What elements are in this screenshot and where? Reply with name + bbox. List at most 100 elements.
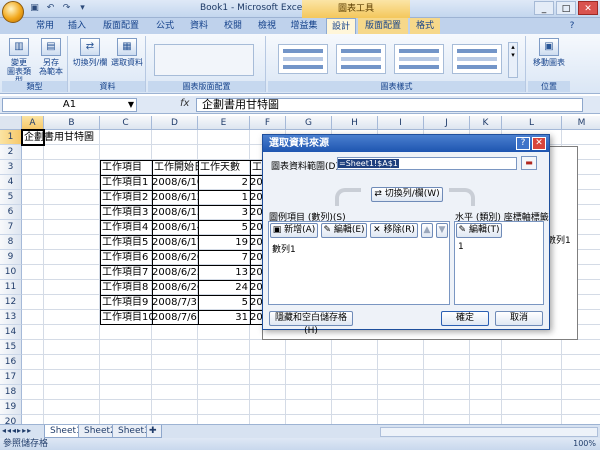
sheet-cell[interactable]: 24 xyxy=(198,280,250,295)
tab-data[interactable]: 資料 xyxy=(184,18,214,34)
chart-layout-gallery[interactable] xyxy=(154,44,254,76)
sheet-cell[interactable]: 2008/7/6 xyxy=(152,310,198,325)
chart-style-4[interactable] xyxy=(452,44,502,74)
sheet-cell[interactable]: 7 xyxy=(198,250,250,265)
tab-page-layout[interactable]: 版面配置 xyxy=(96,18,146,34)
tab-home[interactable]: 常用 xyxy=(30,18,60,34)
sheet-cell[interactable]: 5 xyxy=(198,295,250,310)
tab-view[interactable]: 檢視 xyxy=(252,18,282,34)
fx-icon[interactable]: fx xyxy=(180,98,189,109)
row-header[interactable]: 2 xyxy=(0,145,22,160)
sheet-cell[interactable]: 工作項目 xyxy=(100,160,152,175)
sheet-cell[interactable]: 2008/7/3 xyxy=(152,295,198,310)
column-header[interactable]: I xyxy=(378,116,424,130)
sheet-nav-icons[interactable]: ◂◂◂▸▸▸ xyxy=(2,426,32,435)
ok-button[interactable]: 確定 xyxy=(441,311,489,326)
column-header[interactable]: L xyxy=(502,116,562,130)
sheet-cell[interactable]: 2008/6/20 xyxy=(152,250,198,265)
row-header[interactable]: 3 xyxy=(0,160,22,175)
sheet-cell[interactable]: 工作項目6 xyxy=(100,250,152,265)
row-header[interactable]: 18 xyxy=(0,385,22,400)
row-header[interactable]: 8 xyxy=(0,235,22,250)
column-header[interactable]: G xyxy=(286,116,332,130)
row-header[interactable]: 13 xyxy=(0,310,22,325)
tab-addins[interactable]: 增益集 xyxy=(284,18,324,34)
row-header[interactable]: 10 xyxy=(0,265,22,280)
column-header[interactable]: D xyxy=(152,116,198,130)
sheet-cell[interactable]: 工作項目8 xyxy=(100,280,152,295)
row-header[interactable]: 1 xyxy=(0,130,22,145)
row-header[interactable]: 20 xyxy=(0,415,22,424)
sheet-cell[interactable]: 5 xyxy=(198,220,250,235)
row-header[interactable]: 4 xyxy=(0,175,22,190)
sheet-cell[interactable]: 工作項目10 xyxy=(100,310,152,325)
move-chart-button[interactable]: ▣ 移動圖表 xyxy=(530,38,568,67)
change-chart-type-button[interactable]: ▥ 變更圖表類型 xyxy=(4,38,34,85)
office-button[interactable] xyxy=(2,1,24,23)
row-header[interactable]: 19 xyxy=(0,400,22,415)
formula-input[interactable]: 企劃書用甘特圖 xyxy=(196,98,583,112)
horizontal-scrollbar[interactable] xyxy=(380,427,598,437)
sheet-cell[interactable]: 2008/6/13 xyxy=(152,205,198,220)
series-item[interactable]: 數列1 xyxy=(270,240,448,257)
row-header[interactable]: 11 xyxy=(0,280,22,295)
sheet-cell[interactable]: 工作項目9 xyxy=(100,295,152,310)
hidden-empty-cells-button[interactable]: 隱藏和空白儲存格(H) xyxy=(269,311,353,336)
remove-series-button[interactable]: ✕ 移除(R) xyxy=(370,223,418,238)
close-window-button[interactable]: ✕ xyxy=(578,1,598,15)
sheet-cell[interactable]: 工作項目2 xyxy=(100,190,152,205)
tab-insert[interactable]: 插入 xyxy=(62,18,92,34)
sheet-cell[interactable]: 2 xyxy=(198,175,250,190)
row-header[interactable]: 7 xyxy=(0,220,22,235)
sheet-cell[interactable]: 工作項目5 xyxy=(100,235,152,250)
name-box-dropdown-icon[interactable]: ▼ xyxy=(128,99,134,111)
dialog-close-button[interactable]: ✕ xyxy=(532,137,546,150)
undo-icon[interactable]: ↶ xyxy=(44,2,57,15)
sheet-cell[interactable]: 2008/6/14 xyxy=(152,220,198,235)
redo-icon[interactable]: ↷ xyxy=(60,2,73,15)
tab-chart-format[interactable]: 格式 xyxy=(410,18,440,34)
dialog-help-button[interactable]: ? xyxy=(516,137,530,150)
add-series-button[interactable]: ▣ 新增(A) xyxy=(270,223,318,238)
sheet-cell[interactable]: 19 xyxy=(198,235,250,250)
sheet-cell[interactable]: 3 xyxy=(198,205,250,220)
row-header[interactable]: 12 xyxy=(0,295,22,310)
column-header[interactable]: M xyxy=(562,116,600,130)
qat-dropdown-icon[interactable]: ▾ xyxy=(76,2,89,15)
tab-chart-layout[interactable]: 版面配置 xyxy=(358,18,408,34)
column-header[interactable]: F xyxy=(250,116,286,130)
column-header[interactable]: J xyxy=(424,116,470,130)
row-header[interactable]: 15 xyxy=(0,340,22,355)
help-icon[interactable]: ? xyxy=(565,18,579,34)
chart-style-3[interactable] xyxy=(394,44,444,74)
chart-data-range-input[interactable]: =Sheet1!$A$1 xyxy=(337,157,517,170)
sheet-cell[interactable]: 2008/6/12 xyxy=(152,190,198,205)
move-down-icon[interactable]: ▼ xyxy=(436,223,448,238)
range-collapse-icon[interactable]: ▬ xyxy=(521,156,537,170)
sheet-cell[interactable]: 31 xyxy=(198,310,250,325)
sheet-cell[interactable]: 工作項目7 xyxy=(100,265,152,280)
tab-chart-design[interactable]: 設計 xyxy=(326,18,356,34)
column-header[interactable]: C xyxy=(100,116,152,130)
series-list[interactable]: 數列1 xyxy=(270,240,448,304)
save-icon[interactable]: ▣ xyxy=(28,2,41,15)
sheet-cell[interactable]: 2008/6/10 xyxy=(152,175,198,190)
sheet-cell[interactable]: 工作項目4 xyxy=(100,220,152,235)
minimize-button[interactable]: _ xyxy=(534,1,554,15)
name-box[interactable]: A1 ▼ xyxy=(2,98,137,112)
column-header[interactable]: E xyxy=(198,116,250,130)
row-header[interactable]: 16 xyxy=(0,355,22,370)
sheet-cell[interactable]: 工作項目3 xyxy=(100,205,152,220)
chart-style-2[interactable] xyxy=(336,44,386,74)
sheet-cell[interactable]: 13 xyxy=(198,265,250,280)
column-header[interactable]: A xyxy=(22,116,44,130)
sheet-cell[interactable]: 工作項目1 xyxy=(100,175,152,190)
select-data-button[interactable]: ▦ 選取資料 xyxy=(110,38,144,67)
select-all-corner[interactable] xyxy=(0,116,22,130)
axis-labels-list[interactable]: 1 xyxy=(456,240,542,304)
sheet-cell[interactable]: 2008/6/26 xyxy=(152,280,198,295)
tab-review[interactable]: 校閱 xyxy=(218,18,248,34)
style-gallery-scroll[interactable]: ▴ ▾ xyxy=(508,42,518,78)
sheet-cell[interactable]: 2008/6/25 xyxy=(152,265,198,280)
move-up-icon[interactable]: ▲ xyxy=(421,223,433,238)
